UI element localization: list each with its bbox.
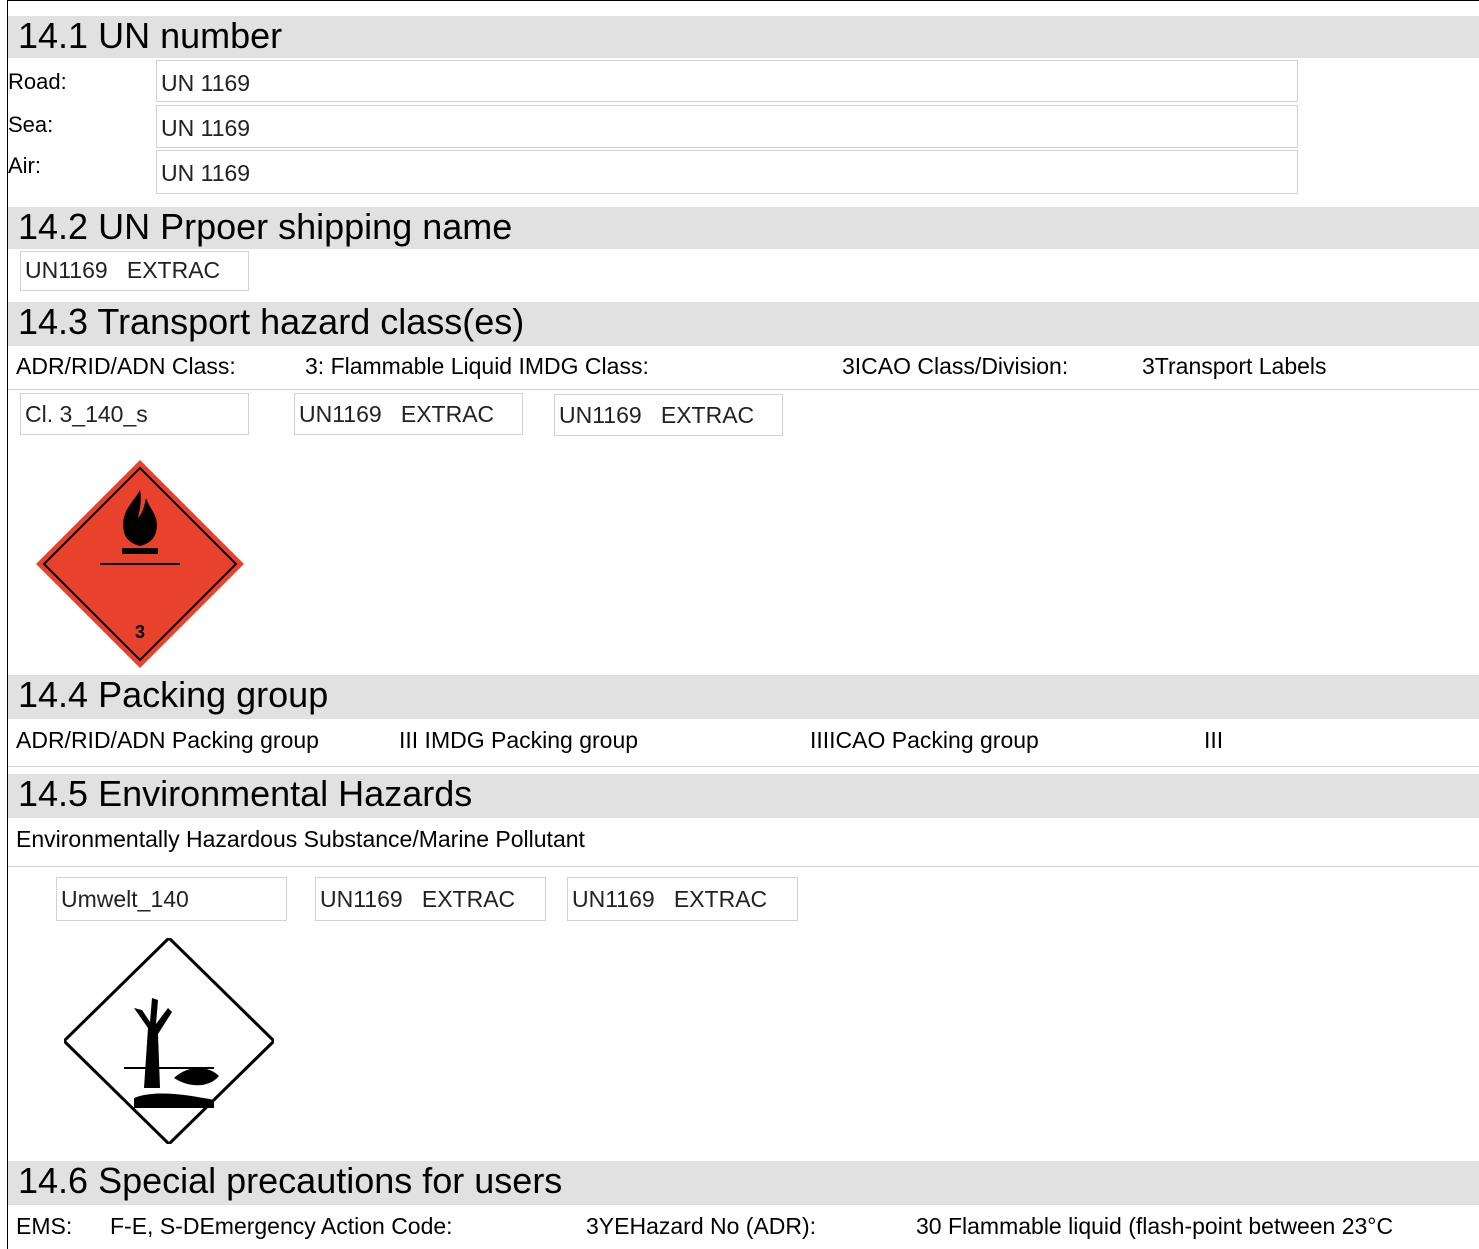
environmental-hazard-row: Environmentally Hazardous Substance/Mari… xyxy=(8,821,1479,867)
flammable-liquid-placard-icon: 3 xyxy=(36,460,244,668)
emergency-action-code-value: 3YEHazard No (ADR): xyxy=(586,1213,817,1239)
ems-value: F-E, S-DEmergency Action Code: xyxy=(110,1213,453,1239)
environment-label-image-placeholder xyxy=(320,935,780,1145)
icao-class-value: 3Transport Labels xyxy=(1142,353,1327,379)
sea-label: Sea: xyxy=(8,112,54,137)
ems-label: EMS: xyxy=(16,1213,73,1239)
environment-label-box-1: Umwelt_140 xyxy=(56,877,287,921)
transport-label-box-2: UN1169 EXTRAC xyxy=(294,393,523,435)
environmental-hazard-text: Environmentally Hazardous Substance/Mari… xyxy=(16,826,585,852)
environment-label-box-2: UN1169 EXTRAC xyxy=(315,877,546,921)
sea-un-number-field: UN 1169 xyxy=(156,105,1298,148)
air-label: Air: xyxy=(8,153,41,178)
special-precautions-row: EMS: F-E, S-DEmergency Action Code: 3YEH… xyxy=(8,1208,1479,1249)
packing-group-row: ADR/RID/ADN Packing group III IMDG Packi… xyxy=(8,722,1479,767)
adr-class-value: 3: Flammable Liquid IMDG Class: xyxy=(305,353,649,379)
air-un-number-field: UN 1169 xyxy=(156,150,1298,194)
icao-packing-group-value: III xyxy=(1204,727,1224,753)
transport-label-image-placeholder xyxy=(300,455,770,665)
section-14-1-heading: 14.1 UN number xyxy=(8,16,1479,58)
placard-class-number: 3 xyxy=(135,622,145,642)
environment-hazard-placard-icon xyxy=(64,938,274,1144)
environment-label-box-3: UN1169 EXTRAC xyxy=(567,877,798,921)
transport-label-box-3: UN1169 EXTRAC xyxy=(554,394,783,436)
hazard-number-value: 30 Flammable liquid (flash-point between… xyxy=(916,1213,1394,1239)
flame-base xyxy=(122,548,158,554)
road-label: Road: xyxy=(8,69,67,94)
adr-packing-group: ADR/RID/ADN Packing group xyxy=(16,727,319,753)
section-14-4-heading: 14.4 Packing group xyxy=(8,675,1479,719)
transport-class-row: ADR/RID/ADN Class: 3: Flammable Liquid I… xyxy=(8,348,1479,390)
imdg-class-value: 3ICAO Class/Division: xyxy=(842,353,1069,379)
section-14-2-heading: 14.2 UN Prpoer shipping name xyxy=(8,207,1479,249)
road-un-number-field: UN 1169 xyxy=(156,60,1298,102)
adr-class-label: ADR/RID/ADN Class: xyxy=(16,353,236,379)
section-14-5-heading: 14.5 Environmental Hazards xyxy=(8,774,1479,818)
icao-packing-group: IIIICAO Packing group xyxy=(810,727,1039,753)
placard-outline xyxy=(64,938,274,1144)
transport-label-box-1: Cl. 3_140_s xyxy=(20,393,249,435)
section-14-6-heading: 14.6 Special precautions for users xyxy=(8,1161,1479,1205)
section-14-3-heading: 14.3 Transport hazard class(es) xyxy=(8,302,1479,346)
imdg-packing-group: III IMDG Packing group xyxy=(399,727,639,753)
shipping-name-field: UN1169 EXTRAC xyxy=(20,251,249,291)
